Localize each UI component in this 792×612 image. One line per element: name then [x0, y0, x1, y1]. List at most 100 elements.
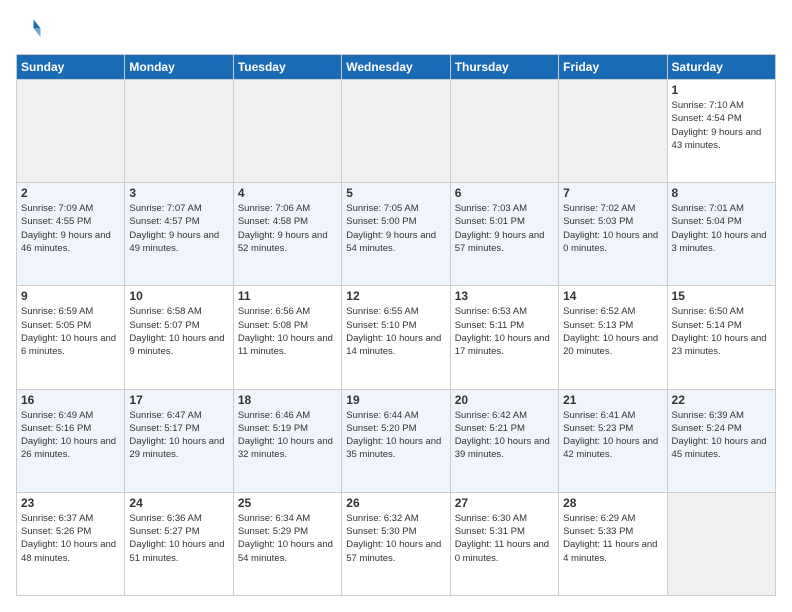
day-cell: 5 Sunrise: 7:05 AM Sunset: 5:00 PM Daylig…	[342, 183, 450, 286]
logo	[16, 16, 46, 44]
day-info: Sunrise: 7:06 AM Sunset: 4:58 PM Dayligh…	[238, 202, 337, 255]
day-number: 13	[455, 289, 554, 303]
day-number: 17	[129, 393, 228, 407]
day-cell	[450, 80, 558, 183]
day-cell: 11 Sunrise: 6:56 AM Sunset: 5:08 PM Dayli…	[233, 286, 341, 389]
day-cell: 14 Sunrise: 6:52 AM Sunset: 5:13 PM Dayli…	[559, 286, 667, 389]
day-info: Sunrise: 6:53 AM Sunset: 5:11 PM Dayligh…	[455, 305, 554, 358]
day-info: Sunrise: 6:55 AM Sunset: 5:10 PM Dayligh…	[346, 305, 445, 358]
day-info: Sunrise: 7:02 AM Sunset: 5:03 PM Dayligh…	[563, 202, 662, 255]
day-number: 26	[346, 496, 445, 510]
day-cell: 27Sunrise: 6:30 AM Sunset: 5:31 PM Dayli…	[450, 492, 558, 595]
day-cell: 12 Sunrise: 6:55 AM Sunset: 5:10 PM Dayli…	[342, 286, 450, 389]
day-cell: 20Sunrise: 6:42 AM Sunset: 5:21 PM Dayli…	[450, 389, 558, 492]
header	[16, 16, 776, 44]
day-number: 12	[346, 289, 445, 303]
day-cell: 10 Sunrise: 6:58 AM Sunset: 5:07 PM Dayli…	[125, 286, 233, 389]
day-info: Sunrise: 6:36 AM Sunset: 5:27 PM Dayligh…	[129, 512, 228, 565]
day-number: 21	[563, 393, 662, 407]
day-cell: 19Sunrise: 6:44 AM Sunset: 5:20 PM Dayli…	[342, 389, 450, 492]
day-number: 15	[672, 289, 771, 303]
week-row-0: 1 Sunrise: 7:10 AM Sunset: 4:54 PM Daylig…	[17, 80, 776, 183]
day-number: 8	[672, 186, 771, 200]
day-cell: 7 Sunrise: 7:02 AM Sunset: 5:03 PM Daylig…	[559, 183, 667, 286]
week-row-1: 2Sunrise: 7:09 AM Sunset: 4:55 PM Daylig…	[17, 183, 776, 286]
day-number: 5	[346, 186, 445, 200]
day-number: 9	[21, 289, 120, 303]
day-number: 10	[129, 289, 228, 303]
day-info: Sunrise: 6:56 AM Sunset: 5:08 PM Dayligh…	[238, 305, 337, 358]
day-number: 14	[563, 289, 662, 303]
day-info: Sunrise: 6:59 AM Sunset: 5:05 PM Dayligh…	[21, 305, 120, 358]
day-cell: 8 Sunrise: 7:01 AM Sunset: 5:04 PM Daylig…	[667, 183, 775, 286]
day-cell: 6 Sunrise: 7:03 AM Sunset: 5:01 PM Daylig…	[450, 183, 558, 286]
day-number: 20	[455, 393, 554, 407]
day-cell: 26 Sunrise: 6:32 AM Sunset: 5:30 PM Dayli…	[342, 492, 450, 595]
day-info: Sunrise: 7:05 AM Sunset: 5:00 PM Dayligh…	[346, 202, 445, 255]
day-number: 6	[455, 186, 554, 200]
day-info: Sunrise: 7:09 AM Sunset: 4:55 PM Dayligh…	[21, 202, 120, 255]
day-number: 7	[563, 186, 662, 200]
day-info: Sunrise: 6:49 AM Sunset: 5:16 PM Dayligh…	[21, 409, 120, 462]
day-cell: 15 Sunrise: 6:50 AM Sunset: 5:14 PM Dayli…	[667, 286, 775, 389]
day-cell: 23 Sunrise: 6:37 AM Sunset: 5:26 PM Dayli…	[17, 492, 125, 595]
day-info: Sunrise: 6:47 AM Sunset: 5:17 PM Dayligh…	[129, 409, 228, 462]
day-cell: 9 Sunrise: 6:59 AM Sunset: 5:05 PM Daylig…	[17, 286, 125, 389]
day-cell	[667, 492, 775, 595]
day-info: Sunrise: 6:37 AM Sunset: 5:26 PM Dayligh…	[21, 512, 120, 565]
day-number: 16	[21, 393, 120, 407]
weekday-thursday: Thursday	[450, 55, 558, 80]
day-info: Sunrise: 6:32 AM Sunset: 5:30 PM Dayligh…	[346, 512, 445, 565]
day-number: 28	[563, 496, 662, 510]
day-info: Sunrise: 7:10 AM Sunset: 4:54 PM Dayligh…	[672, 99, 771, 152]
day-number: 22	[672, 393, 771, 407]
day-cell: 3 Sunrise: 7:07 AM Sunset: 4:57 PM Daylig…	[125, 183, 233, 286]
day-info: Sunrise: 7:07 AM Sunset: 4:57 PM Dayligh…	[129, 202, 228, 255]
day-info: Sunrise: 6:50 AM Sunset: 5:14 PM Dayligh…	[672, 305, 771, 358]
weekday-monday: Monday	[125, 55, 233, 80]
day-cell: 18 Sunrise: 6:46 AM Sunset: 5:19 PM Dayli…	[233, 389, 341, 492]
day-cell	[125, 80, 233, 183]
day-number: 24	[129, 496, 228, 510]
day-cell: 21Sunrise: 6:41 AM Sunset: 5:23 PM Dayli…	[559, 389, 667, 492]
day-cell: 24 Sunrise: 6:36 AM Sunset: 5:27 PM Dayli…	[125, 492, 233, 595]
day-number: 18	[238, 393, 337, 407]
day-info: Sunrise: 6:34 AM Sunset: 5:29 PM Dayligh…	[238, 512, 337, 565]
weekday-wednesday: Wednesday	[342, 55, 450, 80]
day-info: Sunrise: 6:58 AM Sunset: 5:07 PM Dayligh…	[129, 305, 228, 358]
day-cell: 28 Sunrise: 6:29 AM Sunset: 5:33 PM Dayli…	[559, 492, 667, 595]
weekday-header-row: SundayMondayTuesdayWednesdayThursdayFrid…	[17, 55, 776, 80]
day-info: Sunrise: 7:01 AM Sunset: 5:04 PM Dayligh…	[672, 202, 771, 255]
weekday-sunday: Sunday	[17, 55, 125, 80]
day-info: Sunrise: 6:29 AM Sunset: 5:33 PM Dayligh…	[563, 512, 662, 565]
day-cell	[17, 80, 125, 183]
day-number: 11	[238, 289, 337, 303]
day-cell: 13 Sunrise: 6:53 AM Sunset: 5:11 PM Dayli…	[450, 286, 558, 389]
week-row-3: 16 Sunrise: 6:49 AM Sunset: 5:16 PM Dayli…	[17, 389, 776, 492]
weekday-friday: Friday	[559, 55, 667, 80]
day-info: Sunrise: 7:03 AM Sunset: 5:01 PM Dayligh…	[455, 202, 554, 255]
day-info: Sunrise: 6:52 AM Sunset: 5:13 PM Dayligh…	[563, 305, 662, 358]
day-cell: 16 Sunrise: 6:49 AM Sunset: 5:16 PM Dayli…	[17, 389, 125, 492]
day-cell: 22 Sunrise: 6:39 AM Sunset: 5:24 PM Dayli…	[667, 389, 775, 492]
day-number: 4	[238, 186, 337, 200]
day-number: 1	[672, 83, 771, 97]
day-info: Sunrise: 6:30 AM Sunset: 5:31 PM Dayligh…	[455, 512, 554, 565]
weekday-tuesday: Tuesday	[233, 55, 341, 80]
week-row-2: 9 Sunrise: 6:59 AM Sunset: 5:05 PM Daylig…	[17, 286, 776, 389]
day-info: Sunrise: 6:44 AM Sunset: 5:20 PM Dayligh…	[346, 409, 445, 462]
calendar-table: SundayMondayTuesdayWednesdayThursdayFrid…	[16, 54, 776, 596]
day-number: 23	[21, 496, 120, 510]
day-info: Sunrise: 6:39 AM Sunset: 5:24 PM Dayligh…	[672, 409, 771, 462]
day-cell: 1 Sunrise: 7:10 AM Sunset: 4:54 PM Daylig…	[667, 80, 775, 183]
day-cell: 4 Sunrise: 7:06 AM Sunset: 4:58 PM Daylig…	[233, 183, 341, 286]
day-cell: 2Sunrise: 7:09 AM Sunset: 4:55 PM Daylig…	[17, 183, 125, 286]
weekday-saturday: Saturday	[667, 55, 775, 80]
day-cell: 25Sunrise: 6:34 AM Sunset: 5:29 PM Dayli…	[233, 492, 341, 595]
day-cell	[233, 80, 341, 183]
day-cell	[559, 80, 667, 183]
day-number: 3	[129, 186, 228, 200]
day-info: Sunrise: 6:46 AM Sunset: 5:19 PM Dayligh…	[238, 409, 337, 462]
day-cell: 17 Sunrise: 6:47 AM Sunset: 5:17 PM Dayli…	[125, 389, 233, 492]
page: SundayMondayTuesdayWednesdayThursdayFrid…	[0, 0, 792, 612]
